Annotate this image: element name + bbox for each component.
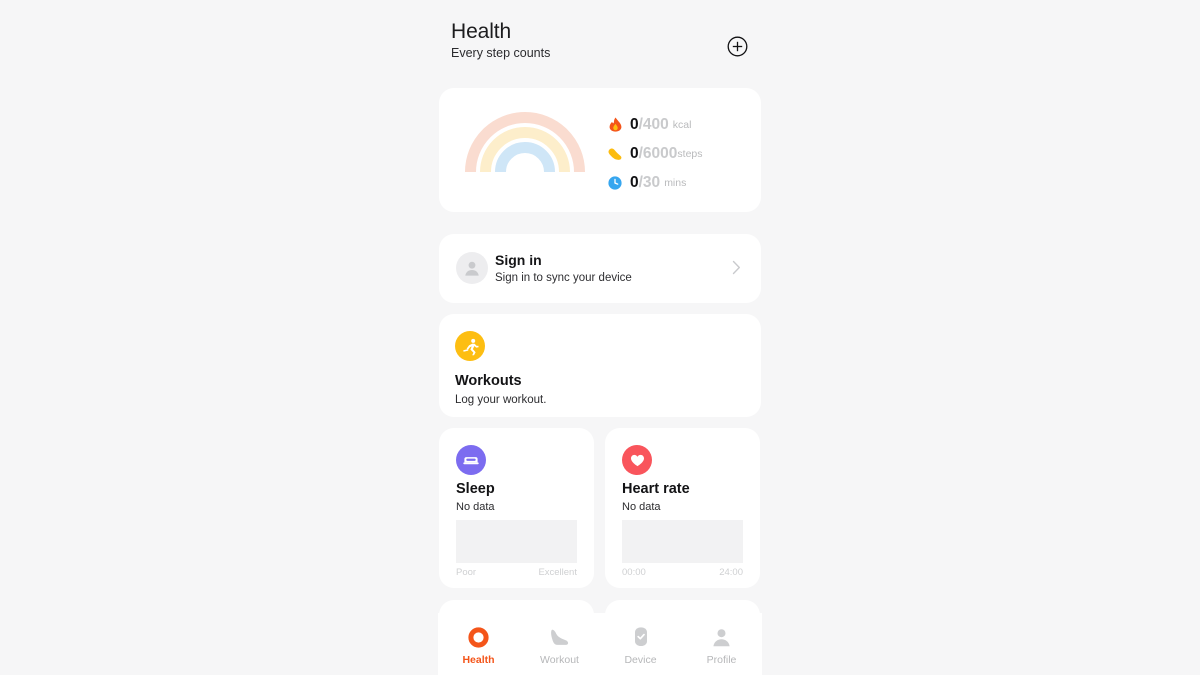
nav-item-profile[interactable]: Profile — [681, 613, 762, 675]
heart-icon — [622, 445, 652, 475]
stat-unit-active-time: mins — [664, 176, 687, 189]
page-title: Health — [451, 20, 512, 43]
daily-goals-card: 0 /400 kcal 0 /6000 steps 0 /30 mins — [439, 88, 761, 212]
stat-unit-calories: kcal — [672, 118, 692, 131]
flame-icon — [607, 117, 623, 133]
sleep-axis-left-label: Poor — [456, 567, 477, 578]
stat-row-active-time: 0 /30 mins — [607, 168, 757, 197]
person-icon — [711, 626, 732, 648]
stat-value-steps: 0 — [630, 144, 639, 162]
running-person-icon — [455, 331, 485, 361]
heart-rate-axis-left-label: 00:00 — [622, 567, 646, 578]
stat-goal-active-time: /30 — [638, 173, 661, 191]
nav-item-device[interactable]: Device — [600, 613, 681, 675]
workouts-title: Workouts — [455, 373, 522, 389]
workouts-subtitle: Log your workout. — [455, 394, 547, 406]
watch-check-icon — [632, 626, 650, 648]
stat-value-calories: 0 — [630, 115, 639, 133]
sign-in-title: Sign in — [495, 252, 542, 268]
sleep-status: No data — [456, 501, 495, 513]
app-screen: Health Every step counts 0 /400 kcal 0 /… — [438, 0, 762, 675]
heart-rate-title: Heart rate — [622, 481, 690, 497]
stat-value-active-time: 0 — [630, 173, 639, 191]
sleep-title: Sleep — [456, 481, 495, 497]
nav-item-health[interactable]: Health — [438, 613, 519, 675]
sign-in-card[interactable]: Sign in Sign in to sync your device — [439, 234, 761, 303]
plus-circle-icon[interactable] — [727, 36, 748, 57]
page-subtitle: Every step counts — [451, 46, 551, 60]
sleep-chart-placeholder — [456, 520, 577, 563]
goal-stats-list: 0 /400 kcal 0 /6000 steps 0 /30 mins — [607, 110, 757, 197]
footprint-icon — [607, 146, 623, 162]
chevron-right-icon[interactable] — [732, 260, 741, 275]
sign-in-subtitle: Sign in to sync your device — [495, 272, 632, 284]
nav-item-workout[interactable]: Workout — [519, 613, 600, 675]
heart-rate-chart-placeholder — [622, 520, 743, 563]
stat-row-calories: 0 /400 kcal — [607, 110, 757, 139]
sleep-card[interactable]: Sleep No data Poor Excellent — [439, 428, 594, 588]
clock-icon — [607, 175, 623, 191]
stat-row-steps: 0 /6000 steps — [607, 139, 757, 168]
nav-label-workout: Workout — [540, 654, 579, 666]
bed-icon — [456, 445, 486, 475]
nav-label-profile: Profile — [706, 654, 737, 666]
person-avatar-icon — [456, 252, 488, 284]
activity-rings — [464, 108, 586, 174]
nav-label-health: Health — [462, 654, 495, 666]
heart-rate-status: No data — [622, 501, 661, 513]
heart-rate-axis-right-label: 24:00 — [719, 567, 743, 578]
workouts-card[interactable]: Workouts Log your workout. — [439, 314, 761, 417]
stat-goal-calories: /400 — [638, 115, 669, 133]
nav-label-device: Device — [624, 654, 657, 666]
sleep-axis-right-label: Excellent — [538, 567, 577, 578]
stat-unit-steps: steps — [677, 147, 703, 160]
bottom-navigation: Health Workout Device Profile — [438, 613, 762, 675]
page-header: Health Every step counts — [438, 14, 762, 70]
shoe-icon — [549, 626, 571, 648]
heart-rate-card[interactable]: Heart rate No data 00:00 24:00 — [605, 428, 760, 588]
stat-goal-steps: /6000 — [638, 144, 678, 162]
health-ring-icon — [468, 626, 489, 648]
